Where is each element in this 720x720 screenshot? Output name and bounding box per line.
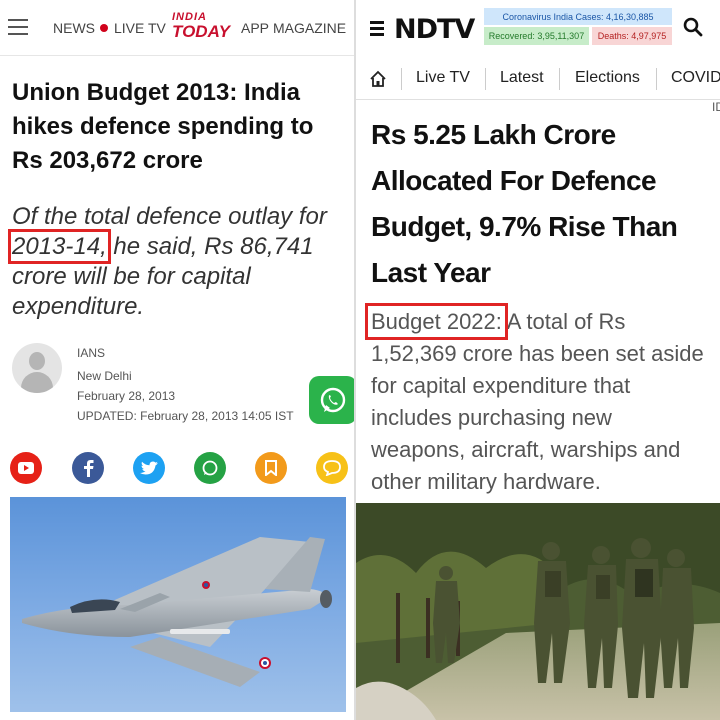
search-icon[interactable] xyxy=(683,17,703,37)
article-summary: Budget 2022: A total of Rs 1,52,369 cror… xyxy=(365,303,711,498)
comment-icon[interactable] xyxy=(316,452,348,484)
article-location: New Delhi xyxy=(77,369,132,383)
highlighted-budget-year: Budget 2022: xyxy=(365,303,508,340)
youtube-icon[interactable] xyxy=(10,452,42,484)
nav-magazine[interactable]: MAGAZINE xyxy=(273,20,346,36)
nav-separator xyxy=(485,68,486,90)
hamburger-menu-icon[interactable] xyxy=(370,21,384,36)
home-icon[interactable] xyxy=(369,70,387,88)
fighter-jet-image xyxy=(10,497,346,712)
covid-recovered: Recovered: 3,95,11,307 xyxy=(484,27,589,45)
whatsapp-share-icon[interactable] xyxy=(194,452,226,484)
bookmark-icon[interactable] xyxy=(255,452,287,484)
covid-cases: Coronavirus India Cases: 4,16,30,885 xyxy=(484,8,672,25)
ndtv-logo[interactable]: NDTV xyxy=(394,14,475,45)
article-date: February 28, 2013 xyxy=(77,389,176,403)
ndtv-panel: NDTV Coronavirus India Cases: 4,16,30,88… xyxy=(356,0,720,720)
hamburger-menu-icon[interactable] xyxy=(8,19,28,37)
ndtv-nav-bar: Live TV Latest Elections COVID xyxy=(356,60,720,100)
live-dot-icon xyxy=(100,24,108,32)
india-today-header: NEWS LIVE TV INDIA TODAY APP MAGAZINE xyxy=(0,0,354,56)
summary-prefix: Of the total defence outlay for xyxy=(12,203,327,230)
author-name[interactable]: IANS xyxy=(77,346,105,360)
whatsapp-float-button[interactable] xyxy=(309,376,354,424)
nav-item-live-tv[interactable]: Live TV xyxy=(416,69,470,87)
nav-separator xyxy=(559,68,560,90)
summary-suffix: A total of Rs 1,52,369 crore has been se… xyxy=(371,309,704,494)
nav-item-covid[interactable]: COVID xyxy=(671,69,720,87)
nav-app[interactable]: APP xyxy=(241,20,269,36)
whatsapp-icon xyxy=(320,387,346,413)
highlighted-year: 2013-14, xyxy=(8,229,111,264)
nav-news[interactable]: NEWS xyxy=(53,20,95,36)
share-bar xyxy=(10,452,350,484)
nav-separator xyxy=(401,68,402,90)
nav-overflow-text: ID xyxy=(712,100,720,114)
ndtv-header: NDTV Coronavirus India Cases: 4,16,30,88… xyxy=(356,0,720,56)
nav-live-tv[interactable]: LIVE TV xyxy=(100,20,166,36)
nav-item-latest[interactable]: Latest xyxy=(500,69,544,87)
soldiers-image xyxy=(356,503,720,720)
twitter-icon[interactable] xyxy=(133,452,165,484)
covid-tracker[interactable]: Coronavirus India Cases: 4,16,30,885 Rec… xyxy=(484,8,672,46)
article-summary: Of the total defence outlay for 2013-14,… xyxy=(8,202,346,322)
india-today-logo[interactable]: INDIA TODAY xyxy=(172,12,230,44)
article-updated: UPDATED: February 28, 2013 14:05 IST xyxy=(77,409,294,423)
facebook-icon[interactable] xyxy=(72,452,104,484)
author-avatar xyxy=(12,343,62,393)
article-title: Union Budget 2013: India hikes defence s… xyxy=(12,79,314,174)
india-today-panel: NEWS LIVE TV INDIA TODAY APP MAGAZINE Un… xyxy=(0,0,354,720)
nav-live-tv-label: LIVE TV xyxy=(114,20,166,36)
nav-item-elections[interactable]: Elections xyxy=(575,69,640,87)
covid-deaths: Deaths: 4,97,975 xyxy=(592,27,672,45)
nav-separator xyxy=(656,68,657,90)
article-title: Rs 5.25 Lakh Crore Allocated For Defence… xyxy=(371,119,678,288)
